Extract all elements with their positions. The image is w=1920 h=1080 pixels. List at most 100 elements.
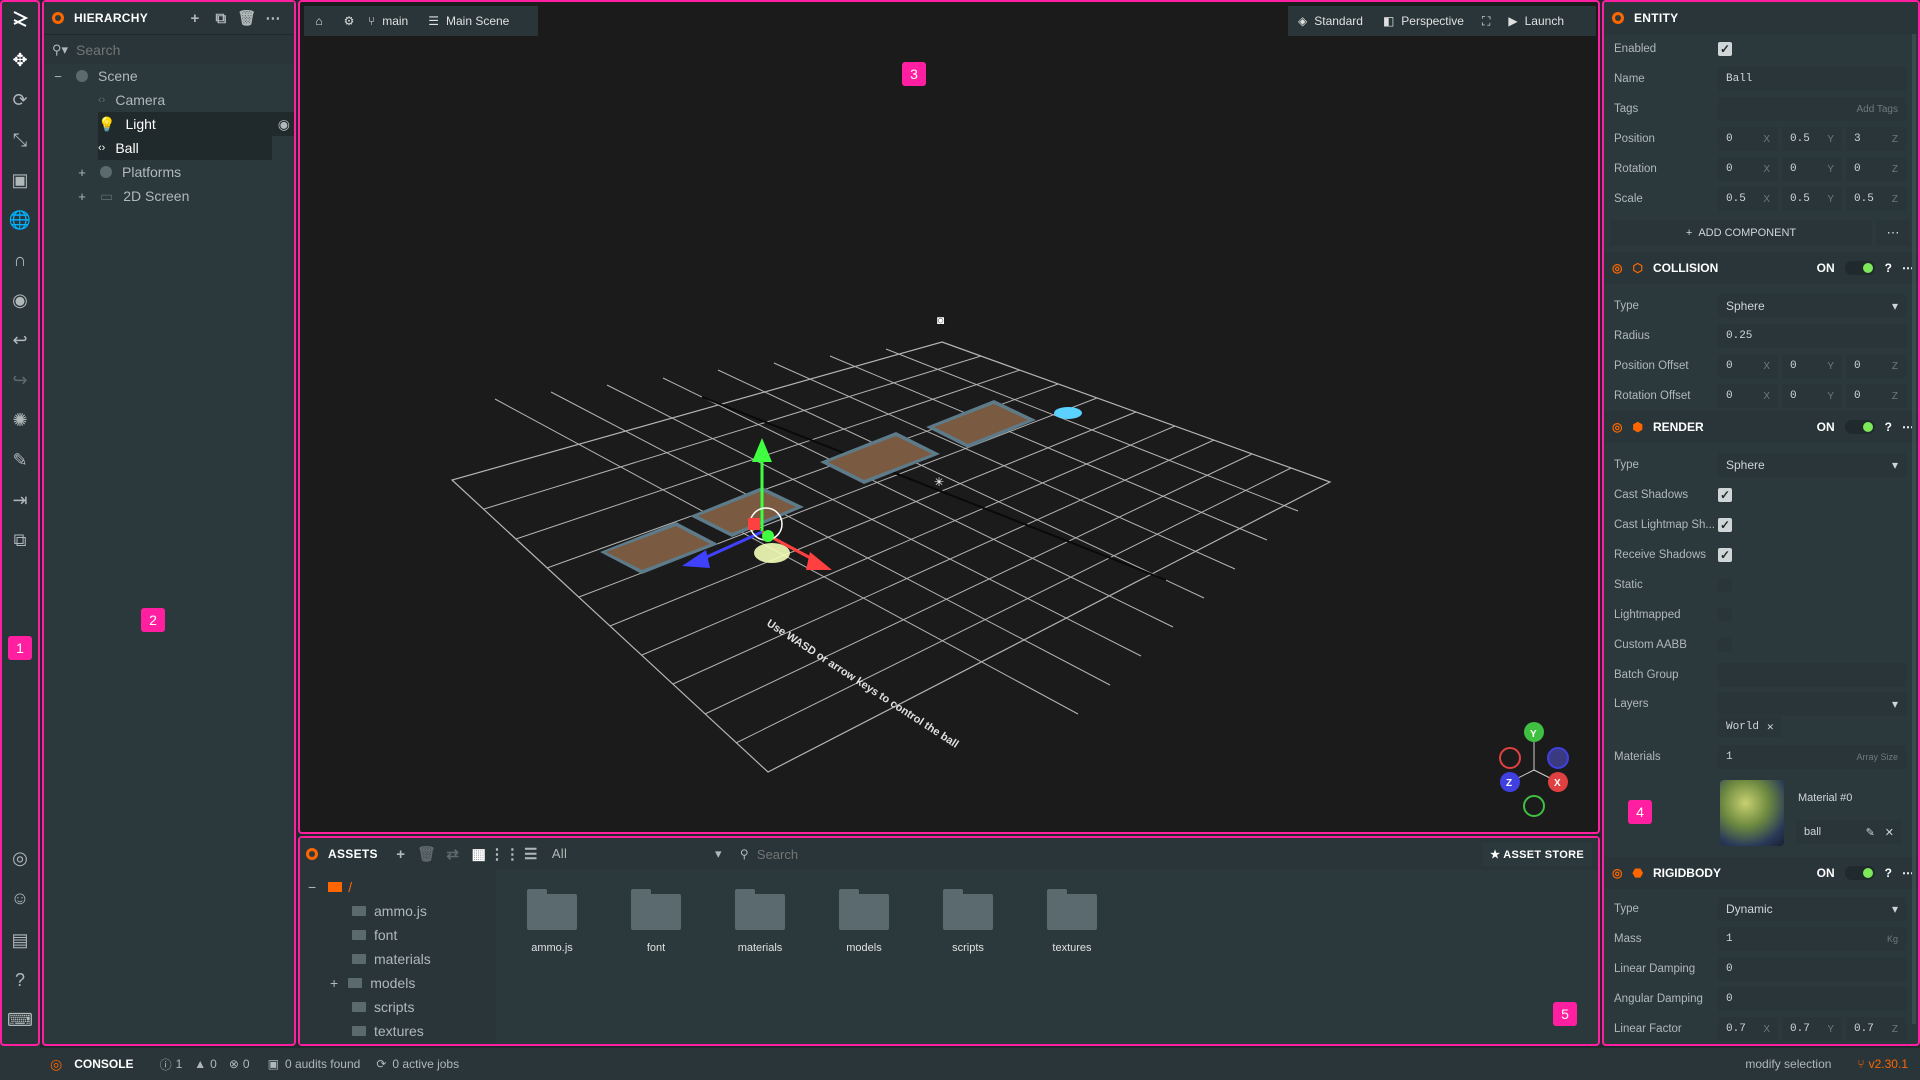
collapse-icon[interactable]: −	[308, 879, 316, 895]
asset-store-button[interactable]: ★ ASSET STORE	[1482, 842, 1592, 866]
light-icon-3d[interactable]: ✳	[934, 475, 944, 489]
remove-layer-icon[interactable]: ✕	[1767, 720, 1774, 734]
viewport-panel[interactable]: ⌂ ⚙ ⑂ main ☰ Main Scene ◈ Standard ◧ Per…	[298, 0, 1600, 834]
position-z-field[interactable]: 3Z	[1846, 127, 1906, 151]
expand-icon[interactable]: +	[76, 165, 88, 180]
asset-folder-tile[interactable]: materials	[720, 889, 800, 954]
position-x-field[interactable]: 0X	[1718, 127, 1778, 151]
help-icon[interactable]: ?	[1885, 866, 1892, 880]
pos-offset-y-field[interactable]: 0Y	[1782, 354, 1842, 378]
linear-factor-y-field[interactable]: 0.7 Y	[1782, 1017, 1842, 1041]
tree-item-scene[interactable]: − Scene	[52, 64, 292, 88]
lightmapped-checkbox[interactable]	[1718, 608, 1732, 622]
rotation-y-field[interactable]: 0Y	[1782, 157, 1842, 181]
linear-damping-field[interactable]: 0	[1718, 957, 1906, 981]
mass-field[interactable]: 1 Kg	[1718, 927, 1906, 951]
asset-tree-item[interactable]: + models	[330, 972, 415, 994]
scale-x-field[interactable]: 0.5 X	[1718, 187, 1778, 211]
collapse-toggle-icon[interactable]: ◎	[1612, 420, 1622, 434]
asset-folder-tile[interactable]: font	[616, 889, 696, 954]
asset-filter-select[interactable]: All ▾	[552, 846, 722, 862]
static-checkbox[interactable]	[1718, 578, 1732, 592]
asset-tree-item[interactable]: materials	[352, 948, 431, 970]
add-asset-button[interactable]: +	[388, 841, 414, 867]
entity-more-button[interactable]: ⋯	[1876, 220, 1910, 246]
position-y-field[interactable]: 0.5 Y	[1782, 127, 1842, 151]
cast-shadows-checkbox[interactable]: ✓	[1718, 488, 1732, 502]
custom-aabb-checkbox[interactable]	[1718, 638, 1732, 652]
add-entity-button[interactable]: +	[182, 5, 208, 31]
material-asset-field[interactable]: ball ✎ ✕	[1796, 820, 1902, 844]
collapse-icon[interactable]: −	[52, 69, 64, 84]
receive-shadows-checkbox[interactable]: ✓	[1718, 548, 1732, 562]
rigidbody-type-select[interactable]: Dynamic ▾	[1718, 897, 1906, 921]
hierarchy-more-button[interactable]: ⋯	[260, 5, 286, 31]
render-type-select[interactable]: Sphere ▾	[1718, 453, 1906, 477]
grid-small-view-icon[interactable]: ⋮⋮	[490, 841, 520, 867]
console-label[interactable]: CONSOLE	[74, 1057, 133, 1071]
tree-item-2d-screen[interactable]: + ▭ 2D Screen	[76, 184, 286, 208]
version-label[interactable]: v2.30.1	[1869, 1057, 1908, 1071]
help-icon[interactable]: ?	[1885, 420, 1892, 434]
tree-item-camera[interactable]: ‹› Camera	[98, 88, 288, 112]
list-view-icon[interactable]: ☰	[518, 841, 544, 867]
cast-lightmap-checkbox[interactable]: ✓	[1718, 518, 1732, 532]
scale-y-field[interactable]: 0.5 Y	[1782, 187, 1842, 211]
pos-offset-x-field[interactable]: 0X	[1718, 354, 1778, 378]
pos-offset-z-field[interactable]: 0Z	[1846, 354, 1906, 378]
rot-offset-x-field[interactable]: 0X	[1718, 384, 1778, 408]
enabled-checkbox[interactable]: ✓	[1718, 42, 1732, 56]
tree-item-ball[interactable]: ‹› Ball	[98, 136, 272, 160]
collision-header[interactable]: ◎ ⬡ COLLISION ON ? ⋯	[1604, 252, 1918, 284]
batch-group-field[interactable]	[1718, 663, 1906, 687]
name-field[interactable]: Ball	[1718, 67, 1906, 91]
move-asset-button[interactable]: ⇄	[440, 841, 466, 867]
panel-collapse-icon[interactable]	[1612, 12, 1624, 24]
duplicate-entity-button[interactable]: ⧉	[208, 5, 234, 31]
asset-folder-tile[interactable]: ammo.js	[512, 889, 592, 954]
panel-collapse-icon[interactable]	[306, 848, 318, 860]
materials-array-size-field[interactable]: 1 Array Size	[1718, 745, 1906, 769]
hierarchy-search-input[interactable]	[76, 41, 257, 58]
collision-type-select[interactable]: Sphere ▾	[1718, 294, 1906, 318]
panel-collapse-icon[interactable]	[52, 12, 64, 24]
layers-select[interactable]: ▾	[1718, 692, 1906, 716]
asset-folder-tile[interactable]: textures	[1032, 889, 1112, 954]
asset-tree-item[interactable]: scripts	[352, 996, 414, 1018]
asset-tree-item[interactable]: textures	[352, 1020, 424, 1042]
rigidbody-header[interactable]: ◎ ⬣ RIGIDBODY ON ? ⋯	[1604, 857, 1918, 889]
delete-asset-button[interactable]: 🗑	[414, 841, 440, 867]
scene-view[interactable]: Use WASD or arrow keys to control the ba…	[300, 2, 1598, 832]
asset-folder-tile[interactable]: scripts	[928, 889, 1008, 954]
grid-large-view-icon[interactable]: ▦	[466, 841, 492, 867]
asset-tree-root[interactable]: − /	[308, 876, 352, 898]
collapse-toggle-icon[interactable]: ◎	[1612, 261, 1622, 275]
help-icon[interactable]: ?	[1885, 261, 1892, 275]
linear-factor-z-field[interactable]: 0.7 Z	[1846, 1017, 1906, 1041]
scale-z-field[interactable]: 0.5 Z	[1846, 187, 1906, 211]
asset-folder-tile[interactable]: models	[824, 889, 904, 954]
collision-toggle[interactable]	[1844, 261, 1875, 275]
audits-text[interactable]: 0 audits found	[285, 1057, 360, 1071]
rotation-x-field[interactable]: 0X	[1718, 157, 1778, 181]
tree-item-platforms[interactable]: + Platforms	[76, 160, 286, 184]
remove-material-icon[interactable]: ✕	[1885, 826, 1894, 839]
delete-entity-button[interactable]: 🗑	[234, 5, 260, 31]
orientation-gizmo[interactable]: Y X Z	[1499, 722, 1569, 817]
asset-search-input[interactable]	[756, 846, 937, 862]
render-toggle[interactable]	[1844, 420, 1875, 434]
rigidbody-toggle[interactable]	[1844, 866, 1875, 880]
inspector-scrollbar[interactable]	[1912, 34, 1916, 1024]
collapse-toggle-icon[interactable]: ◎	[1612, 866, 1622, 880]
render-header[interactable]: ◎ ⬢ RENDER ON ? ⋯	[1604, 411, 1918, 443]
edit-pencil-icon[interactable]: ✎	[1866, 826, 1875, 839]
tags-field[interactable]: Add Tags	[1718, 97, 1906, 121]
radius-field[interactable]: 0.25	[1718, 324, 1906, 348]
asset-tree-item[interactable]: ammo.js	[352, 900, 427, 922]
material-preview-sphere[interactable]	[1720, 780, 1784, 846]
linear-factor-x-field[interactable]: 0.7 X	[1718, 1017, 1778, 1041]
visibility-eye-icon[interactable]: ◉	[278, 116, 290, 133]
rot-offset-y-field[interactable]: 0Y	[1782, 384, 1842, 408]
add-component-button[interactable]: + ADD COMPONENT	[1610, 220, 1872, 246]
console-icon[interactable]: ◎	[50, 1056, 62, 1073]
